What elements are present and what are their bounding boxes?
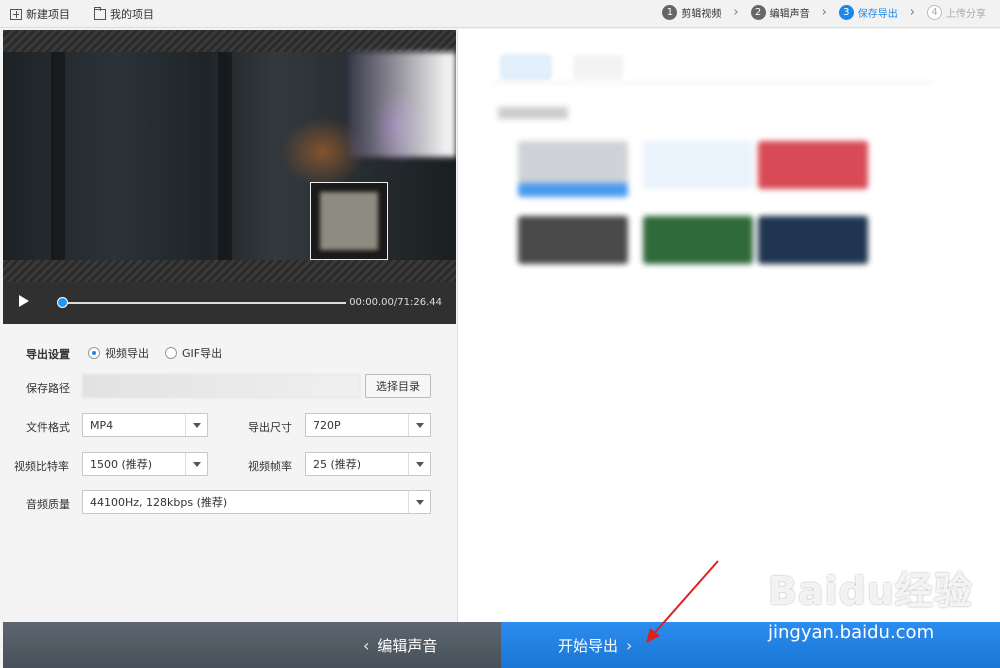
- radio-label: GIF导出: [182, 347, 223, 360]
- step-indicator: 1 剪辑视频 › 2 编辑声音 › 3 保存导出 › 4 上传分享: [662, 5, 986, 20]
- framerate-label: 视频帧率: [248, 460, 292, 473]
- new-project-label: 新建项目: [26, 8, 70, 21]
- audio-quality-value: 44100Hz, 128kbps (推荐): [90, 496, 228, 509]
- start-button-label: 开始导出: [558, 637, 619, 655]
- my-projects-button[interactable]: 我的项目: [94, 6, 154, 22]
- template-card-selected-bar: [518, 183, 628, 197]
- template-card[interactable]: [643, 141, 753, 189]
- new-project-icon: [10, 8, 22, 20]
- radio-label: 视频导出: [105, 347, 149, 360]
- step-label: 上传分享: [946, 9, 986, 20]
- video-preview: 00:00.00/71:26.44: [3, 30, 456, 324]
- chevron-right-icon: ›: [733, 5, 739, 20]
- save-path-label: 保存路径: [26, 382, 70, 395]
- chevron-right-icon: ›: [909, 5, 915, 20]
- time-display: 00:00.00/71:26.44: [349, 297, 442, 308]
- overlay-sticker[interactable]: [310, 182, 388, 260]
- size-label: 导出尺寸: [248, 421, 292, 434]
- step-upload-share[interactable]: 4 上传分享: [927, 5, 986, 20]
- export-settings: 导出设置 视频导出 GIF导出 保存路径 选择目录 文件格式 MP4 导出尺寸 …: [3, 324, 456, 622]
- template-card[interactable]: [643, 216, 753, 264]
- seek-bar[interactable]: [61, 302, 346, 304]
- step-label: 剪辑视频: [681, 9, 722, 20]
- step-save-export[interactable]: 3 保存导出: [838, 5, 898, 20]
- format-value: MP4: [90, 418, 114, 432]
- scene-pillar: [51, 52, 65, 260]
- audio-quality-select[interactable]: 44100Hz, 128kbps (推荐): [82, 490, 431, 514]
- template-tab[interactable]: [573, 55, 623, 79]
- format-select[interactable]: MP4: [82, 413, 208, 437]
- template-tabs: [493, 51, 933, 83]
- folder-icon: [94, 6, 106, 20]
- choose-directory-button[interactable]: 选择目录: [365, 374, 431, 398]
- radio-video-export[interactable]: 视频导出: [88, 345, 149, 361]
- step-number: 4: [927, 5, 942, 20]
- step-label: 保存导出: [857, 9, 898, 20]
- back-button-label: 编辑声音: [377, 637, 438, 655]
- new-project-button[interactable]: 新建项目: [10, 6, 70, 22]
- my-projects-label: 我的项目: [110, 8, 154, 21]
- bottom-bar-back: ‹ 编辑声音: [3, 622, 501, 668]
- chevron-down-icon: [408, 453, 430, 475]
- step-edit-video[interactable]: 1 剪辑视频: [662, 5, 721, 20]
- template-card[interactable]: [518, 216, 628, 264]
- format-label: 文件格式: [26, 421, 70, 434]
- letterbox-bottom: [3, 260, 456, 282]
- audio-quality-label: 音频质量: [26, 498, 70, 511]
- bottom-bar-start: 开始导出 ›: [501, 622, 1000, 668]
- back-edit-audio-button[interactable]: ‹ 编辑声音: [363, 635, 437, 656]
- top-toolbar: 新建项目 我的项目 1 剪辑视频 › 2 编辑声音 › 3 保存导出 › 4 上…: [0, 0, 1000, 28]
- step-number: 2: [750, 5, 766, 20]
- scene-pillar: [218, 52, 232, 260]
- template-card[interactable]: [518, 141, 628, 189]
- bitrate-label: 视频比特率: [14, 460, 69, 473]
- step-number: 1: [662, 5, 678, 20]
- chevron-right-icon: ›: [821, 5, 827, 20]
- chevron-down-icon: [185, 414, 207, 436]
- chevron-down-icon: [185, 453, 207, 475]
- template-tab[interactable]: [501, 55, 551, 79]
- chevron-down-icon: [408, 491, 430, 513]
- radio-icon: [88, 347, 100, 359]
- step-edit-audio[interactable]: 2 编辑声音: [750, 5, 810, 20]
- template-card[interactable]: [758, 216, 868, 264]
- chevron-left-icon: ‹: [363, 636, 370, 655]
- template-panel: [457, 29, 1000, 622]
- framerate-value: 25 (推荐): [313, 458, 362, 471]
- step-label: 编辑声音: [769, 9, 810, 20]
- radio-gif-export[interactable]: GIF导出: [165, 345, 222, 361]
- play-icon[interactable]: [19, 295, 29, 307]
- step-number: 3: [838, 5, 854, 20]
- bitrate-select[interactable]: 1500 (推荐): [82, 452, 208, 476]
- chevron-down-icon: [408, 414, 430, 436]
- radio-icon: [165, 347, 177, 359]
- framerate-select[interactable]: 25 (推荐): [305, 452, 431, 476]
- chevron-right-icon: ›: [626, 636, 633, 655]
- bitrate-value: 1500 (推荐): [90, 458, 153, 471]
- export-settings-label: 导出设置: [26, 348, 70, 361]
- blurred-region: [348, 52, 456, 157]
- start-export-button[interactable]: 开始导出 ›: [558, 635, 632, 656]
- size-value: 720P: [313, 418, 341, 432]
- size-select[interactable]: 720P: [305, 413, 431, 437]
- save-path-field[interactable]: [82, 374, 360, 398]
- seek-thumb[interactable]: [57, 297, 68, 308]
- template-section-title: [498, 107, 568, 119]
- player-controls: 00:00.00/71:26.44: [3, 282, 456, 324]
- letterbox-top: [3, 30, 456, 52]
- template-card[interactable]: [758, 141, 868, 189]
